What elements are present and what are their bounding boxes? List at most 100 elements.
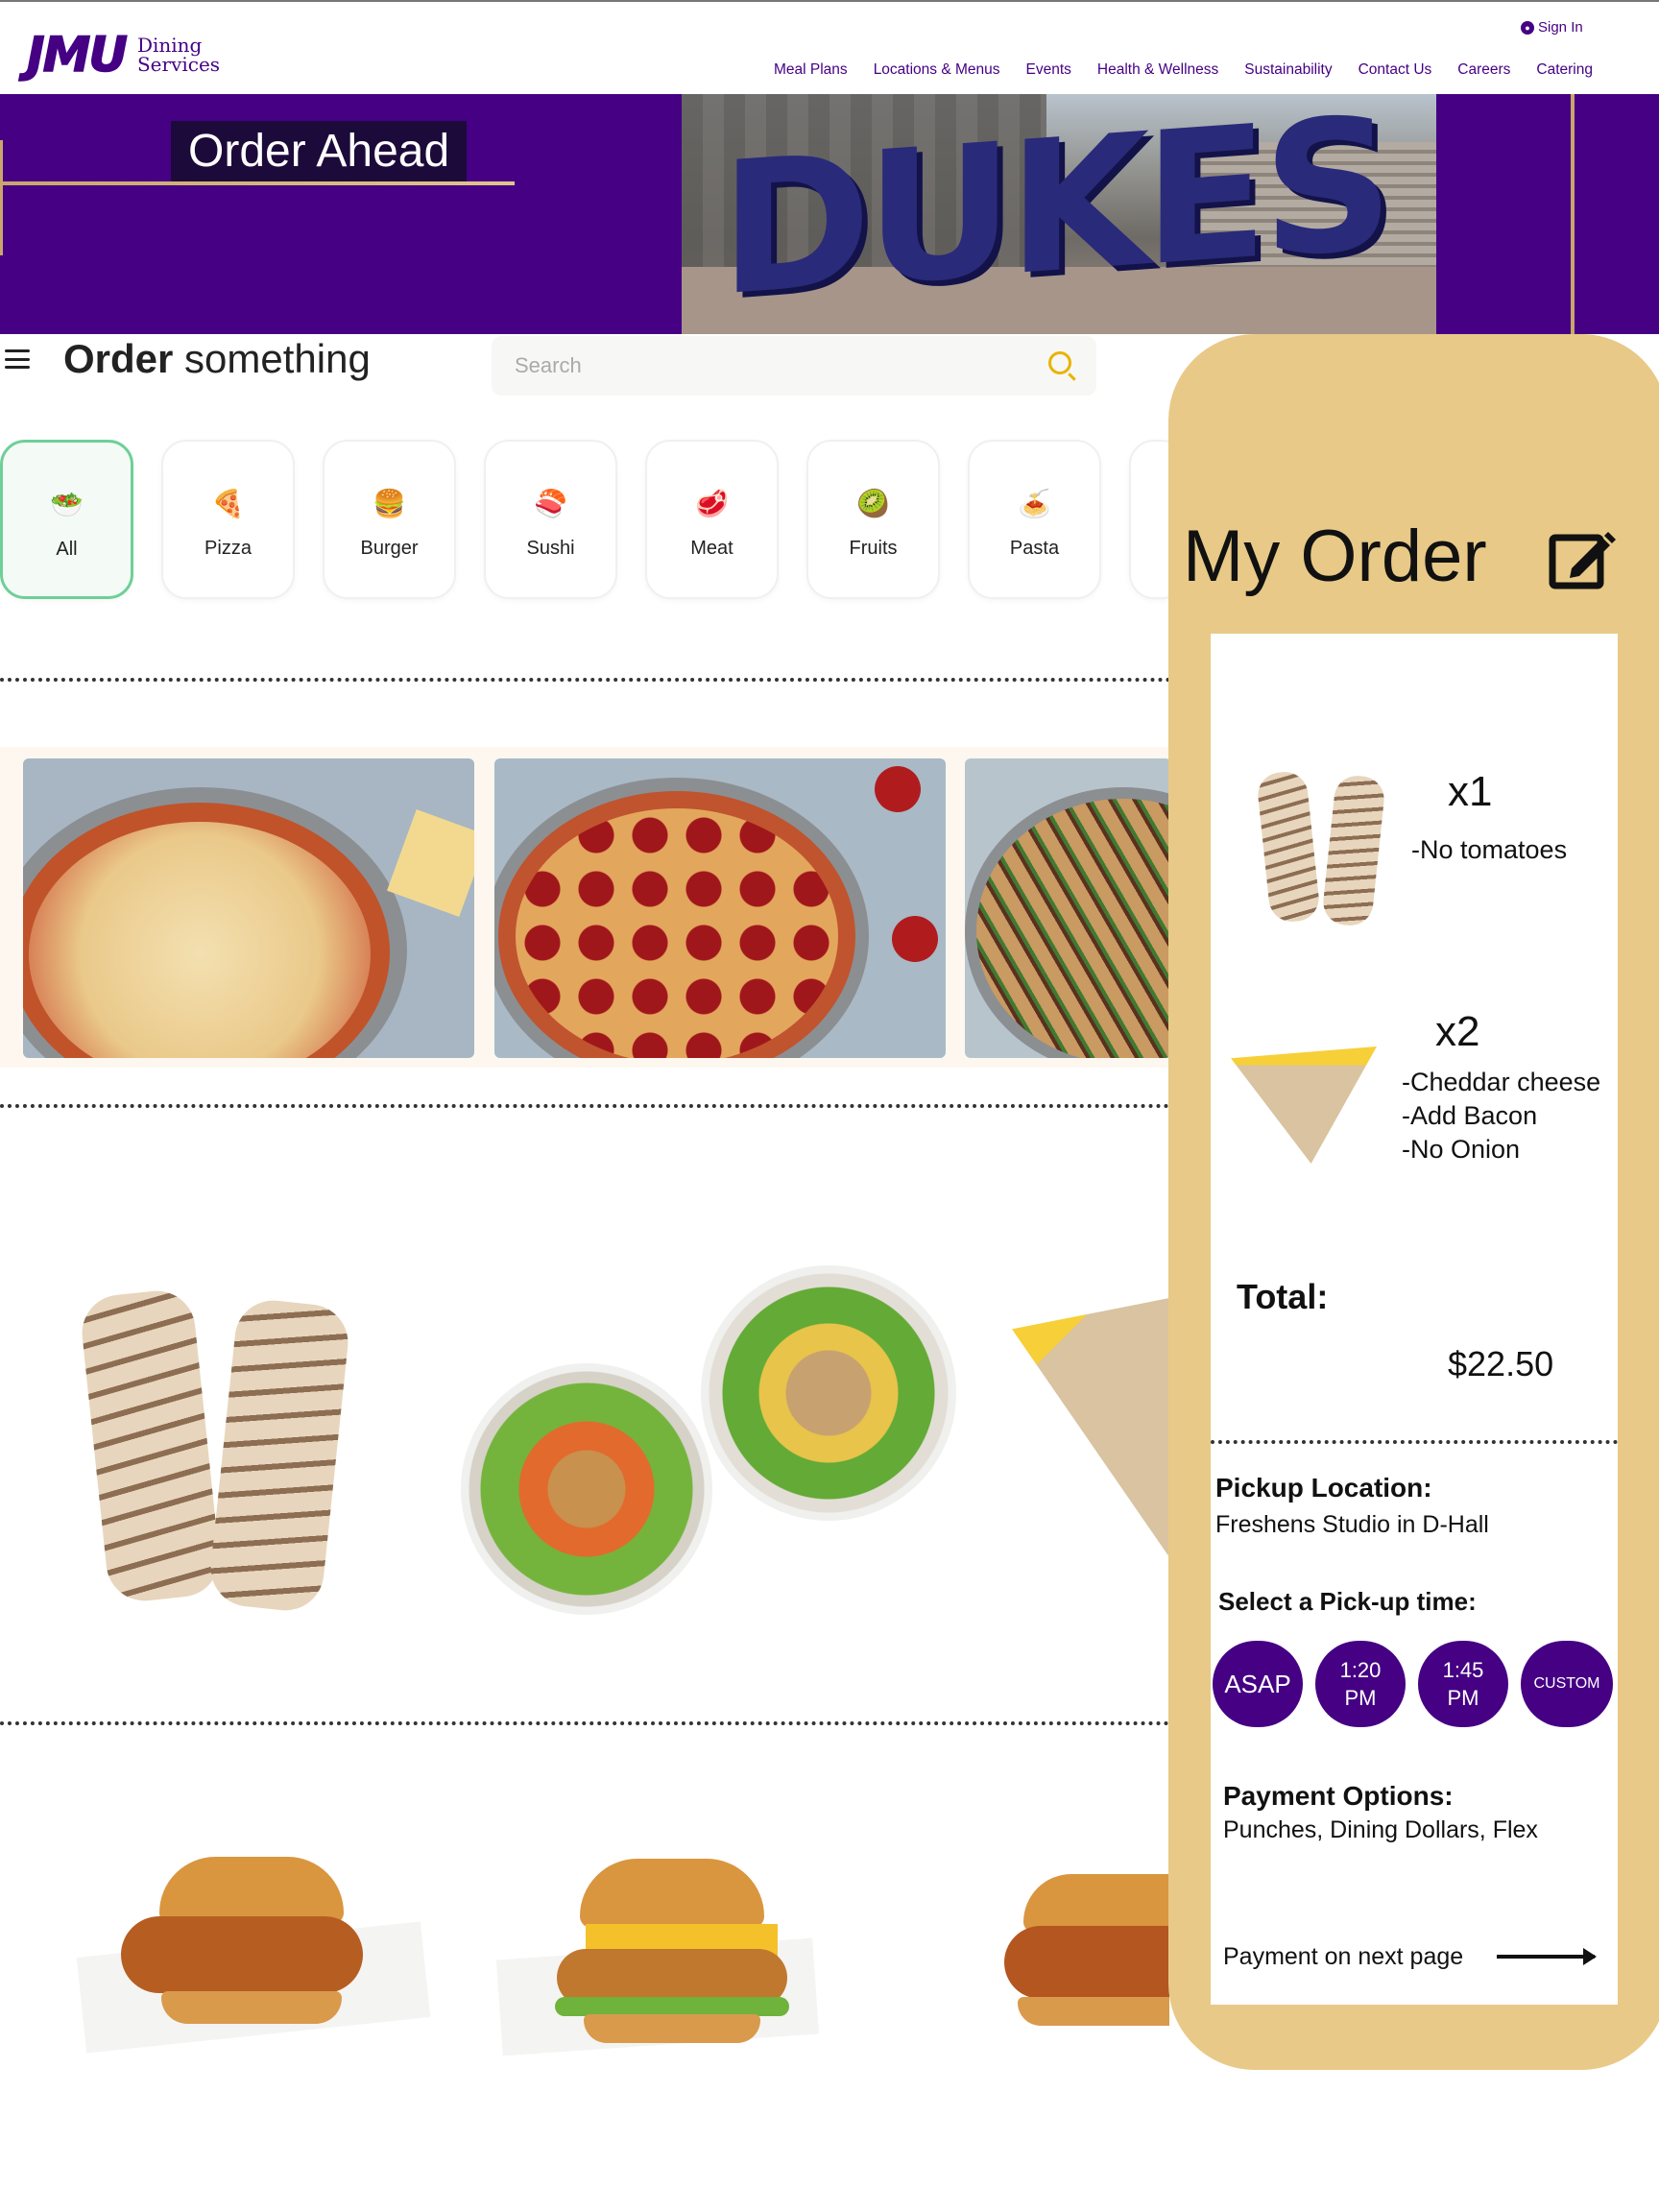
grain-bowl[interactable] bbox=[701, 1265, 956, 1521]
pickup-time-label: Select a Pick-up time: bbox=[1218, 1587, 1477, 1616]
spicy-sandwich-bottom bbox=[1018, 1997, 1169, 2026]
chicken-sandwich-bun[interactable] bbox=[159, 1857, 344, 1924]
spicy-sandwich-bun[interactable] bbox=[1023, 1874, 1169, 1932]
pickup-time-text: ASAP bbox=[1224, 1669, 1291, 1698]
nav-item-sustainability[interactable]: Sustainability bbox=[1244, 61, 1332, 79]
sushi-icon: 🍣 bbox=[534, 489, 567, 518]
category-label: Fruits bbox=[849, 538, 898, 559]
category-pizza[interactable]: 🍕 Pizza bbox=[161, 440, 295, 599]
chicken-sandwich-patty[interactable] bbox=[121, 1916, 363, 1993]
search-input[interactable]: Search bbox=[492, 336, 1096, 396]
banner-gold-vertical bbox=[1571, 94, 1575, 334]
site-header: JMU Dining Services ● Sign In Meal Plans… bbox=[0, 0, 1659, 94]
pickup-time-asap-button[interactable]: ASAP bbox=[1213, 1641, 1303, 1727]
chicken-sandwich-bottom bbox=[161, 1991, 342, 2024]
pepperoni-topping bbox=[516, 808, 838, 1058]
wrap-item[interactable] bbox=[78, 1286, 224, 1605]
category-label: Burger bbox=[360, 538, 419, 559]
banner-accent-tick bbox=[0, 140, 3, 255]
pasta-icon: 🍝 bbox=[1018, 489, 1051, 518]
salad-icon: 🥗 bbox=[50, 490, 84, 519]
category-meat[interactable]: 🥩 Meat bbox=[645, 440, 779, 599]
order-title-rest: something bbox=[173, 336, 371, 381]
order-title-bold: Order bbox=[63, 336, 174, 381]
pickup-time-custom-button[interactable]: CUSTOM bbox=[1521, 1641, 1613, 1727]
parmesan-wedge bbox=[387, 809, 474, 917]
nav-item-careers[interactable]: Careers bbox=[1457, 61, 1510, 79]
pepperoni-pizza-card[interactable] bbox=[494, 758, 946, 1058]
pickup-time-ampm: PM bbox=[1447, 1686, 1479, 1710]
pickup-time-text: CUSTOM bbox=[1533, 1675, 1600, 1692]
nav-item-contact-us[interactable]: Contact Us bbox=[1358, 61, 1432, 79]
pickup-time-120-button[interactable]: 1:20 PM bbox=[1315, 1641, 1406, 1727]
pepperoni-slice bbox=[875, 766, 921, 812]
category-list: 🥗 All 🍕 Pizza 🍔 Burger 🍣 Sushi 🥩 Meat 🥝 … bbox=[0, 440, 1187, 599]
divider bbox=[0, 1104, 1169, 1108]
main-nav: Meal Plans Locations & Menus Events Heal… bbox=[774, 61, 1593, 79]
dukes-sign-photo: DUKES bbox=[682, 94, 1436, 334]
nav-item-catering[interactable]: Catering bbox=[1536, 61, 1593, 79]
sign-in-link[interactable]: ● Sign In bbox=[1521, 19, 1583, 36]
deluxe-bottom bbox=[584, 2014, 760, 2043]
search-placeholder: Search bbox=[515, 353, 582, 377]
user-icon: ● bbox=[1521, 20, 1534, 35]
arrow-right-icon[interactable] bbox=[1497, 1948, 1597, 1965]
item-modifier: -No tomatoes bbox=[1411, 835, 1568, 864]
nav-item-health-wellness[interactable]: Health & Wellness bbox=[1097, 61, 1218, 79]
payment-options-label: Payment Options: bbox=[1223, 1781, 1454, 1811]
pickup-time-text: 1:45 bbox=[1442, 1658, 1484, 1682]
burger-icon: 🍔 bbox=[373, 489, 406, 518]
item-quantity[interactable]: x2 bbox=[1435, 1008, 1479, 1056]
search-icon[interactable] bbox=[1048, 351, 1071, 374]
menu-icon[interactable] bbox=[5, 349, 30, 369]
category-burger[interactable]: 🍔 Burger bbox=[323, 440, 456, 599]
kiwi-icon: 🥝 bbox=[856, 489, 890, 518]
category-label: All bbox=[56, 539, 78, 560]
taco-cone-item[interactable] bbox=[1012, 1298, 1169, 1557]
pickup-time-145-button[interactable]: 1:45 PM bbox=[1418, 1641, 1508, 1727]
banner-title: Order Ahead bbox=[171, 121, 468, 181]
jmu-logo-mark: JMU bbox=[26, 26, 128, 84]
edit-icon[interactable] bbox=[1549, 524, 1616, 591]
logo-sub-line2: Services bbox=[136, 53, 221, 76]
total-label: Total: bbox=[1237, 1277, 1329, 1316]
category-pasta[interactable]: 🍝 Pasta bbox=[968, 440, 1101, 599]
pepperoni-slice bbox=[892, 916, 938, 962]
item-modifier: -Cheddar cheese bbox=[1402, 1068, 1601, 1096]
pickup-time-ampm: PM bbox=[1344, 1686, 1377, 1710]
divider bbox=[0, 678, 1179, 682]
payment-options-value: Punches, Dining Dollars, Flex bbox=[1223, 1816, 1538, 1843]
pizza-carousel bbox=[0, 747, 1171, 1068]
nav-item-locations-menus[interactable]: Locations & Menus bbox=[874, 61, 1000, 79]
item-modifier: -Add Bacon bbox=[1402, 1101, 1538, 1130]
spicy-sandwich-patty[interactable] bbox=[1004, 1926, 1169, 1999]
category-label: Meat bbox=[690, 538, 733, 559]
bbq-chicken-pizza-card[interactable] bbox=[965, 758, 1171, 1058]
cheese-pizza-card[interactable] bbox=[23, 758, 474, 1058]
divider bbox=[0, 1721, 1169, 1725]
pizza-icon: 🍕 bbox=[211, 489, 245, 518]
item-modifier: -No Onion bbox=[1402, 1135, 1521, 1164]
jmu-dining-logo[interactable]: JMU Dining Services bbox=[26, 26, 220, 84]
nav-item-meal-plans[interactable]: Meal Plans bbox=[774, 61, 848, 79]
banner-gold-line bbox=[0, 181, 515, 185]
category-all[interactable]: 🥗 All bbox=[0, 440, 133, 599]
meat-icon: 🥩 bbox=[695, 489, 729, 518]
category-label: Pasta bbox=[1009, 538, 1060, 559]
wrap-item[interactable] bbox=[206, 1296, 352, 1615]
category-fruits[interactable]: 🥝 Fruits bbox=[806, 440, 940, 599]
item-quantity[interactable]: x1 bbox=[1448, 768, 1492, 816]
pickup-time-text: 1:20 bbox=[1339, 1658, 1382, 1682]
category-sushi[interactable]: 🍣 Sushi bbox=[484, 440, 617, 599]
deluxe-sandwich-bun[interactable] bbox=[580, 1859, 764, 1928]
nav-item-events[interactable]: Events bbox=[1026, 61, 1071, 79]
deluxe-lettuce bbox=[555, 1997, 789, 2016]
logo-subtitle: Dining Services bbox=[137, 36, 220, 74]
sign-in-label: Sign In bbox=[1538, 19, 1583, 36]
pickup-location-label: Pickup Location: bbox=[1215, 1473, 1432, 1503]
category-label: Sushi bbox=[526, 538, 575, 559]
salad-bowl[interactable] bbox=[461, 1363, 712, 1615]
payment-next-link[interactable]: Payment on next page bbox=[1223, 1943, 1463, 1971]
total-value: $22.50 bbox=[1448, 1344, 1554, 1383]
divider bbox=[1211, 1440, 1618, 1444]
